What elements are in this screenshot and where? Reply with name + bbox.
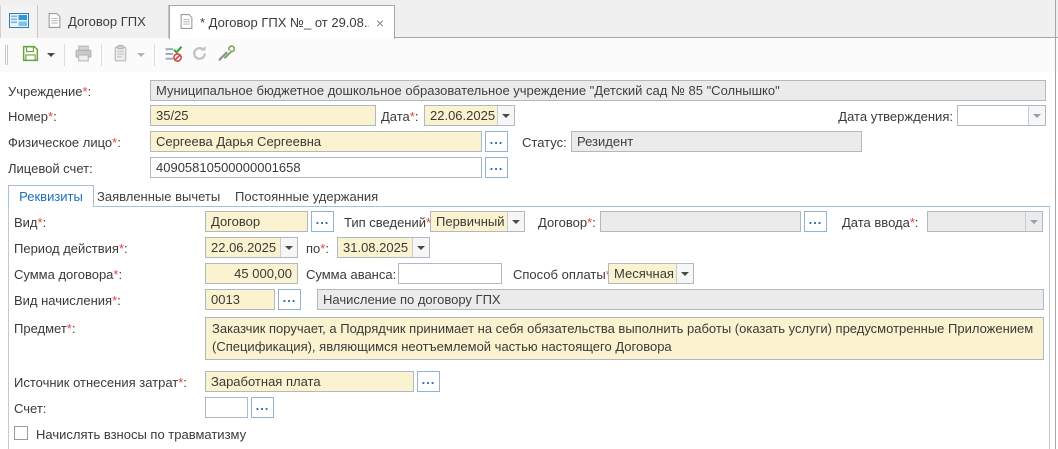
number-label: Номер*: xyxy=(8,109,57,124)
subject-textarea[interactable]: Заказчик поручает, а Подрядчик принимает… xyxy=(205,317,1044,360)
workspace-panel-icon xyxy=(9,12,29,31)
save-menu-arrow-icon xyxy=(47,53,55,57)
accrual-label: Вид начисления*: xyxy=(14,293,121,308)
copy-icon xyxy=(111,44,130,66)
save-icon xyxy=(21,44,40,66)
tools-icon xyxy=(216,44,235,66)
section-tab-requisites[interactable]: Реквизиты xyxy=(8,185,94,207)
refresh-button[interactable] xyxy=(186,42,212,68)
dropdown-arrow-icon[interactable] xyxy=(497,106,514,125)
accrual-code-field[interactable]: 0013 xyxy=(205,289,275,310)
base-contract-field xyxy=(600,211,801,232)
toolbar-separator xyxy=(101,44,102,66)
toolbar-separator xyxy=(154,44,155,66)
check-document-button[interactable] xyxy=(160,42,186,68)
doc-date-combo[interactable]: 22.06.2025 xyxy=(424,105,515,126)
period-to-combo[interactable]: 31.08.2025 xyxy=(337,237,430,258)
refresh-icon xyxy=(190,44,209,66)
status-label: Статус: xyxy=(522,135,567,150)
dropdown-arrow-icon[interactable] xyxy=(507,212,524,231)
copy-menu-button[interactable] xyxy=(133,42,149,68)
account-label: Счет: xyxy=(14,401,47,416)
personal-account-field[interactable]: 40905810500000001658 xyxy=(150,157,482,178)
base-contract-lookup-button[interactable]: ... xyxy=(804,211,827,232)
advance-field[interactable] xyxy=(398,263,502,284)
kind-lookup-button[interactable]: ... xyxy=(311,211,334,232)
period-from-combo[interactable]: 22.06.2025 xyxy=(205,237,298,258)
copy-button[interactable] xyxy=(107,42,133,68)
window-right-border xyxy=(1055,0,1056,449)
dropdown-arrow-icon xyxy=(1025,212,1042,231)
account-field[interactable] xyxy=(205,397,248,418)
injury-contributions-label: Начислять взносы по травматизму xyxy=(36,427,247,442)
save-button[interactable] xyxy=(17,42,43,68)
person-field[interactable]: Сергеева Дарья Сергеевна xyxy=(150,131,482,152)
print-button[interactable] xyxy=(70,42,96,68)
doc-date-label: Дата*: xyxy=(381,109,419,124)
cost-source-lookup-button[interactable]: ... xyxy=(417,371,440,392)
dropdown-arrow-icon[interactable] xyxy=(676,264,693,283)
period-label: Период действия*: xyxy=(14,241,128,256)
window-tab-label: Договор ГПХ xyxy=(68,14,146,29)
personal-account-label: Лицевой счет: xyxy=(8,161,93,176)
window-tab-label: * Договор ГПХ №_ от 29.08.... xyxy=(200,15,369,30)
workspace-home-tab[interactable] xyxy=(0,5,38,38)
approve-date-label: Дата утверждения: xyxy=(838,109,953,124)
save-menu-button[interactable] xyxy=(43,42,59,68)
institution-field: Муниципальное бюджетное дошкольное образ… xyxy=(150,80,1046,101)
info-type-combo[interactable]: Первичный xyxy=(430,211,525,232)
total-field[interactable]: 45 000,00 xyxy=(205,263,298,284)
injury-contributions-checkbox[interactable] xyxy=(14,426,28,440)
copy-menu-arrow-icon xyxy=(137,53,145,57)
cost-source-label: Источник отнесения затрат*: xyxy=(14,375,187,390)
payment-method-label: Способ оплаты*: xyxy=(513,267,614,282)
total-label: Сумма договора*: xyxy=(14,267,123,282)
accrual-description-field: Начисление по договору ГПХ xyxy=(317,289,1044,310)
personal-account-lookup-button[interactable]: ... xyxy=(485,157,508,178)
number-field[interactable]: 35/25 xyxy=(150,105,376,126)
check-document-icon xyxy=(164,44,183,66)
kind-label: Вид*: xyxy=(14,215,47,230)
cost-source-field[interactable]: Заработная плата xyxy=(205,371,414,392)
document-icon xyxy=(180,13,193,32)
dropdown-arrow-icon[interactable] xyxy=(1028,106,1045,125)
entry-date-combo xyxy=(927,211,1043,232)
section-tab-permanent-withholdings[interactable]: Постоянные удержания xyxy=(235,189,378,204)
kind-field[interactable]: Договор xyxy=(205,211,308,232)
window-tab-contract-list[interactable]: Договор ГПХ xyxy=(38,5,169,38)
accrual-lookup-button[interactable]: ... xyxy=(278,289,301,310)
approve-date-combo[interactable] xyxy=(957,105,1046,126)
payment-method-combo[interactable]: Месячная xyxy=(608,263,694,284)
base-contract-label: Договор*: xyxy=(538,215,596,230)
toolbar-separator xyxy=(64,44,65,66)
toolbar xyxy=(0,38,1058,72)
person-label: Физическое лицо*: xyxy=(8,135,121,150)
dropdown-arrow-icon[interactable] xyxy=(412,238,429,257)
settings-tools-button[interactable] xyxy=(212,42,238,68)
institution-label: Учреждение*: xyxy=(8,84,92,99)
account-lookup-button[interactable]: ... xyxy=(251,397,274,418)
toolbar-grip-handle[interactable] xyxy=(5,45,8,65)
entry-date-label: Дата ввода*: xyxy=(842,215,919,230)
window-tab-contract-edit-active[interactable]: * Договор ГПХ №_ от 29.08.... × xyxy=(169,5,395,39)
dropdown-arrow-icon[interactable] xyxy=(280,238,297,257)
subject-label: Предмет*: xyxy=(14,321,76,336)
info-type-label: Тип сведений*: xyxy=(344,215,435,230)
print-icon xyxy=(74,44,93,66)
advance-label: Сумма аванса: xyxy=(306,267,397,282)
person-lookup-button[interactable]: ... xyxy=(485,131,508,152)
close-tab-icon[interactable]: × xyxy=(376,16,384,30)
window-tab-bar: Договор ГПХ * Договор ГПХ №_ от 29.08...… xyxy=(0,0,1058,39)
period-to-label: по*: xyxy=(306,241,329,256)
section-tab-declared-deductions[interactable]: Заявленные вычеты xyxy=(97,189,220,204)
document-icon xyxy=(48,12,61,31)
status-field: Резидент xyxy=(571,131,862,152)
